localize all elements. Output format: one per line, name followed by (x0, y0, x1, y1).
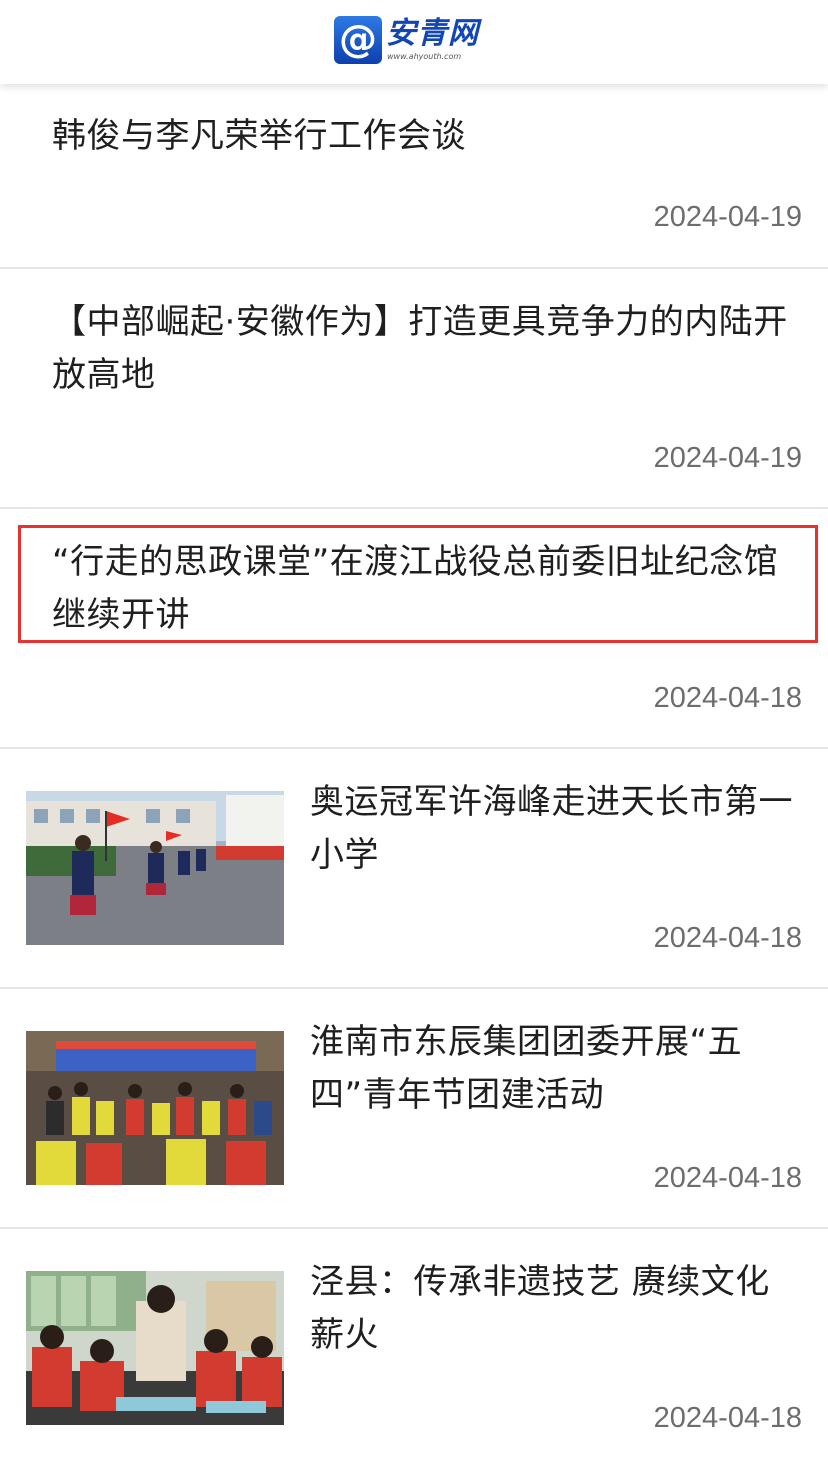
app-header: @ 安青网 www.ahyouth.com (0, 0, 828, 84)
news-date: 2024-04-18 (653, 682, 802, 714)
news-item[interactable]: “行走的思政课堂”在渡江战役总前委旧址纪念馆继续开讲 2024-04-18 (0, 509, 828, 749)
news-date: 2024-04-18 (653, 1162, 802, 1194)
news-title: 韩俊与李凡荣举行工作会谈 (52, 116, 466, 156)
news-item[interactable]: 【中部崛起·安徽作为】打造更具竞争力的内陆开放高地 2024-04-19 (0, 269, 828, 509)
news-item[interactable]: 泾县：传承非遗技艺 赓续文化薪火 2024-04-18 (0, 1229, 828, 1469)
news-title: “行走的思政课堂”在渡江战役总前委旧址纪念馆继续开讲 (52, 542, 779, 635)
at-sign-icon: @ (334, 16, 382, 64)
news-thumbnail[interactable] (26, 791, 284, 945)
news-feed: 韩俊与李凡荣举行工作会谈 2024-04-19 【中部崛起·安徽作为】打造更具竞… (0, 84, 828, 1469)
news-item[interactable]: 韩俊与李凡荣举行工作会谈 2024-04-19 (0, 84, 828, 269)
news-date: 2024-04-19 (653, 442, 802, 474)
news-item[interactable]: 淮南市东辰集团团委开展“五四”青年节团建活动 2024-04-18 (0, 989, 828, 1229)
news-date: 2024-04-19 (653, 201, 802, 233)
news-date: 2024-04-18 (653, 1402, 802, 1434)
news-date: 2024-04-18 (653, 922, 802, 954)
news-item[interactable]: 奥运冠军许海峰走进天长市第一小学 2024-04-18 (0, 749, 828, 989)
schoolchildren-with-flags-photo (26, 791, 284, 945)
site-url: www.ahyouth.com (387, 52, 462, 61)
classroom-craft-activity-photo (26, 1271, 284, 1425)
news-thumbnail[interactable] (26, 1271, 284, 1425)
news-title: 【中部崛起·安徽作为】打造更具竞争力的内陆开放高地 (52, 302, 788, 395)
news-title: 奥运冠军许海峰走进天长市第一小学 (310, 782, 793, 875)
news-title: 泾县：传承非遗技艺 赓续文化薪火 (310, 1262, 770, 1355)
youth-group-event-photo (26, 1031, 284, 1185)
news-thumbnail[interactable] (26, 1031, 284, 1185)
site-logo[interactable]: @ 安青网 www.ahyouth.com (334, 16, 479, 64)
site-name: 安青网 (386, 16, 479, 51)
news-title: 淮南市东辰集团团委开展“五四”青年节团建活动 (310, 1022, 743, 1115)
